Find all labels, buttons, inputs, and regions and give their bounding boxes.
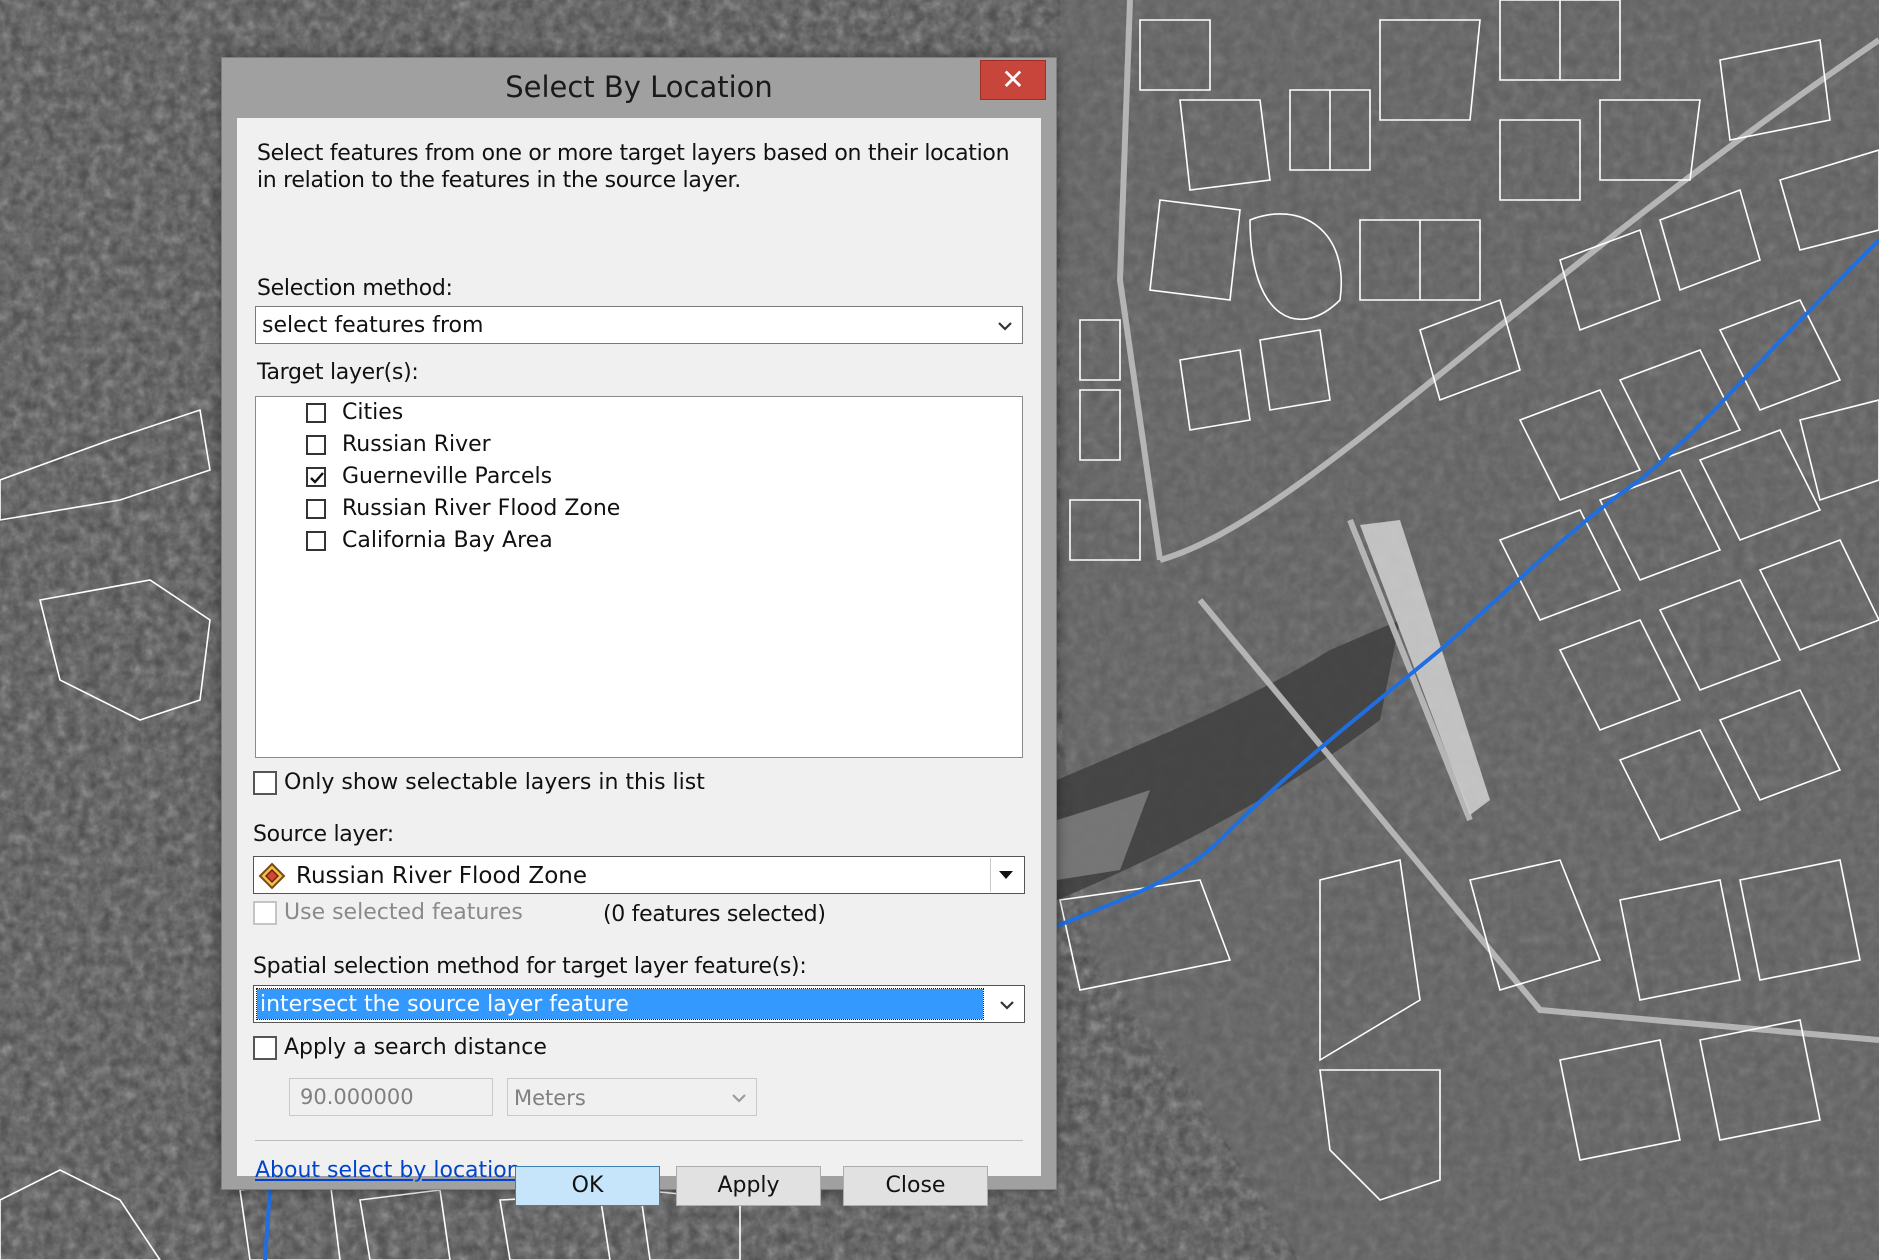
features-selected-count: (0 features selected) bbox=[603, 902, 826, 927]
checkbox-icon[interactable] bbox=[253, 771, 277, 795]
selection-method-value: select features from bbox=[262, 313, 484, 338]
list-item-label: Russian River bbox=[342, 432, 491, 457]
checkbox-icon[interactable] bbox=[306, 467, 326, 487]
selection-method-label: Selection method: bbox=[257, 276, 453, 301]
chevron-down-icon bbox=[732, 1094, 746, 1103]
selection-method-dropdown[interactable]: select features from bbox=[255, 306, 1023, 344]
divider bbox=[255, 1140, 1023, 1141]
apply-button[interactable]: Apply bbox=[676, 1166, 821, 1206]
dialog-description: Select features from one or more target … bbox=[257, 141, 1010, 193]
units-dropdown[interactable]: Meters bbox=[507, 1078, 757, 1116]
select-by-location-dialog: Select By Location ✕ Select features fro… bbox=[221, 57, 1057, 1206]
polygon-layer-icon bbox=[258, 862, 286, 890]
checkbox-icon[interactable] bbox=[306, 499, 326, 519]
use-selected-features-label: Use selected features bbox=[284, 900, 523, 925]
checkbox-icon[interactable] bbox=[306, 531, 326, 551]
only-selectable-label: Only show selectable layers in this list bbox=[284, 770, 705, 795]
target-layers-list[interactable]: Cities Russian River Guerneville Parcels… bbox=[255, 396, 1023, 758]
list-item-label: Cities bbox=[342, 400, 404, 425]
source-layer-value: Russian River Flood Zone bbox=[296, 863, 587, 889]
chevron-down-icon bbox=[998, 322, 1012, 331]
list-item-label: Guerneville Parcels bbox=[342, 464, 553, 489]
checkbox-icon[interactable] bbox=[306, 435, 326, 455]
close-button[interactable]: Close bbox=[843, 1166, 988, 1206]
dialog-title: Select By Location bbox=[505, 70, 773, 104]
source-layer-dropdown[interactable]: Russian River Flood Zone bbox=[253, 856, 1025, 894]
list-item-label: California Bay Area bbox=[342, 528, 553, 553]
spatial-method-label: Spatial selection method for target laye… bbox=[253, 954, 807, 979]
dropdown-button[interactable] bbox=[990, 858, 1023, 892]
list-item-label: Russian River Flood Zone bbox=[342, 496, 621, 521]
dialog-body: Select features from one or more target … bbox=[237, 118, 1041, 1206]
about-select-by-location-link[interactable]: About select by location bbox=[255, 1158, 521, 1183]
units-value: Meters bbox=[514, 1086, 586, 1110]
ok-button[interactable]: OK bbox=[515, 1166, 660, 1206]
target-layers-label: Target layer(s): bbox=[257, 360, 419, 385]
spatial-method-dropdown[interactable]: intersect the source layer feature bbox=[253, 985, 1025, 1023]
checkmark-icon bbox=[310, 472, 324, 484]
checkbox-icon[interactable] bbox=[306, 403, 326, 423]
spatial-method-value: intersect the source layer feature bbox=[260, 992, 629, 1017]
chevron-down-icon bbox=[999, 871, 1013, 879]
dialog-titlebar[interactable]: Select By Location ✕ bbox=[222, 58, 1056, 118]
search-distance-input[interactable] bbox=[289, 1078, 493, 1116]
search-distance-field[interactable] bbox=[290, 1079, 492, 1115]
close-icon[interactable]: ✕ bbox=[980, 60, 1046, 100]
checkbox-icon[interactable] bbox=[253, 1036, 277, 1060]
checkbox-icon[interactable] bbox=[253, 901, 277, 925]
source-layer-label: Source layer: bbox=[253, 822, 394, 847]
chevron-down-icon bbox=[1000, 1001, 1014, 1010]
search-distance-label: Apply a search distance bbox=[284, 1035, 547, 1060]
